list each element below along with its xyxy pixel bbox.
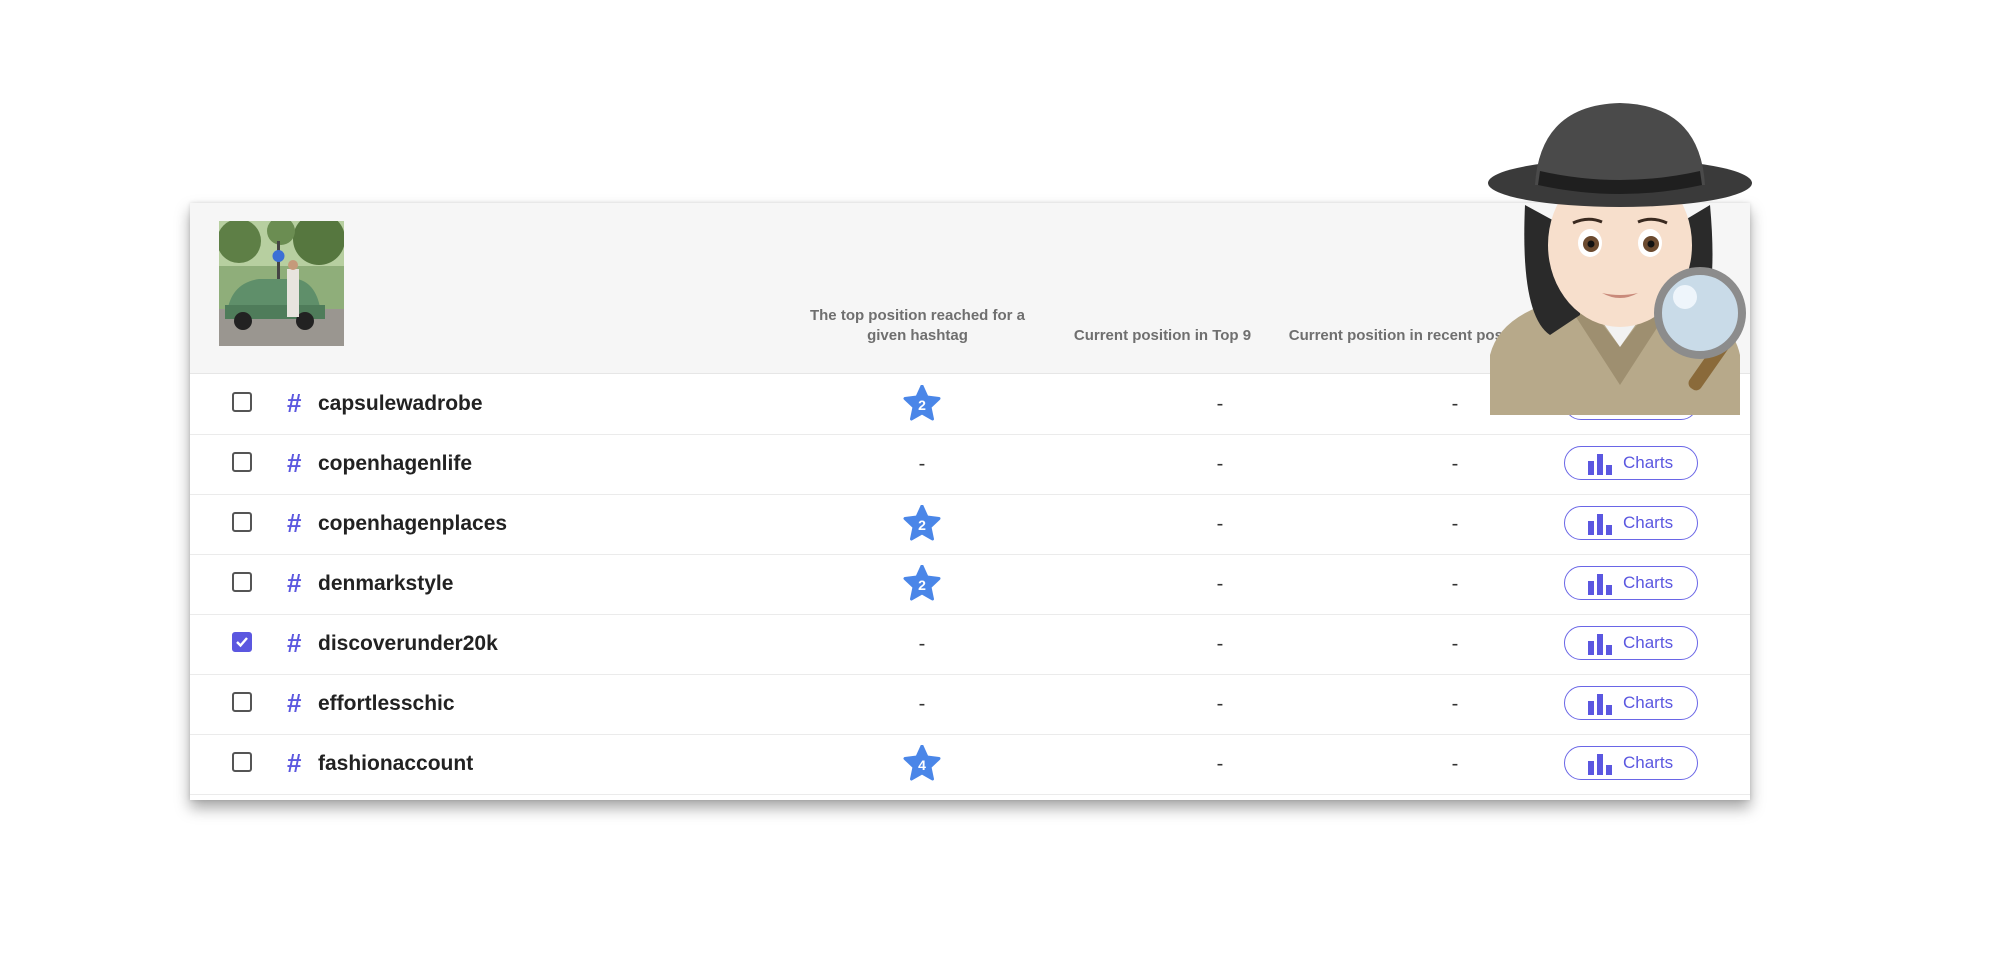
top9-cell: - [1216,753,1224,775]
charts-button[interactable]: Charts [1564,626,1698,660]
star-badge-icon: 2 [902,564,942,603]
charts-button[interactable]: Charts [1564,566,1698,600]
hash-icon: # [287,448,302,478]
top-position-value: - [918,453,926,475]
hash-icon: # [287,748,302,778]
checkbox-icon[interactable] [232,572,252,592]
top9-cell: - [1216,633,1224,655]
checkbox-icon[interactable] [232,392,252,412]
charts-button[interactable]: Charts [1564,446,1698,480]
table-row: # effortlesschic - - - Charts [190,674,1750,735]
table-row: # denmarkstyle 2 - - Charts [190,554,1750,615]
top-position-value: 2 [918,397,926,413]
top9-cell: - [1216,513,1224,535]
hashtag-name[interactable]: discoverunder20k [318,631,498,657]
top9-cell: - [1216,573,1224,595]
star-badge-icon: 2 [902,384,942,423]
table-row: # fashionaccount 4 - - Charts [190,734,1750,795]
detective-emoji [1470,85,1770,415]
checkbox-icon[interactable] [232,752,252,772]
charts-button[interactable]: Charts [1564,506,1698,540]
top-position-value: - [918,633,926,655]
post-thumbnail[interactable] [219,221,344,346]
bar-chart-icon [1588,634,1612,655]
hash-icon: # [287,388,302,418]
charts-button-label: Charts [1623,633,1674,652]
recent-cell: - [1451,513,1459,535]
recent-cell: - [1451,633,1459,655]
checkbox-icon[interactable] [232,632,252,652]
bar-chart-icon [1588,754,1612,775]
bar-chart-icon [1588,454,1612,475]
charts-button[interactable]: Charts [1564,746,1698,780]
checkbox-icon[interactable] [232,512,252,532]
charts-button-label: Charts [1623,573,1674,592]
hashtag-name[interactable]: copenhagenplaces [318,511,507,537]
recent-cell: - [1451,753,1459,775]
bar-chart-icon [1588,694,1612,715]
top9-cell: - [1216,453,1224,475]
hashtag-name[interactable]: capsulewadrobe [318,391,483,417]
recent-cell: - [1451,693,1459,715]
recent-cell: - [1451,573,1459,595]
charts-button-label: Charts [1623,693,1674,712]
top-position-value: 4 [918,757,926,773]
star-badge-icon: 4 [902,744,942,783]
charts-button-label: Charts [1623,753,1674,772]
charts-button-label: Charts [1623,513,1674,532]
hashtag-name[interactable]: effortlesschic [318,691,455,717]
checkbox-icon[interactable] [232,692,252,712]
checkbox-icon[interactable] [232,452,252,472]
hashtag-name[interactable]: copenhagenlife [318,451,472,477]
hash-icon: # [287,688,302,718]
table-row: # copenhagenplaces 2 - - Charts [190,494,1750,555]
hashtag-name[interactable]: denmarkstyle [318,571,453,597]
table-row: # copenhagenlife - - - Charts [190,434,1750,495]
header-top-position: The top position reached for a given has… [809,307,1026,344]
hashtag-name[interactable]: fashionaccount [318,751,473,777]
recent-cell: - [1451,453,1459,475]
charts-button-label: Charts [1623,453,1674,472]
top-position-value: 2 [918,577,926,593]
top9-cell: - [1216,393,1224,415]
hash-icon: # [287,568,302,598]
star-badge-icon: 2 [902,504,942,543]
top-position-value: - [918,693,926,715]
bar-chart-icon [1588,514,1612,535]
top9-cell: - [1216,693,1224,715]
hash-icon: # [287,628,302,658]
header-top9: Current position in Top 9 [1073,327,1252,344]
hash-icon: # [287,508,302,538]
bar-chart-icon [1588,574,1612,595]
charts-button[interactable]: Charts [1564,686,1698,720]
table-row: # discoverunder20k - - - Charts [190,614,1750,675]
top-position-value: 2 [918,517,926,533]
